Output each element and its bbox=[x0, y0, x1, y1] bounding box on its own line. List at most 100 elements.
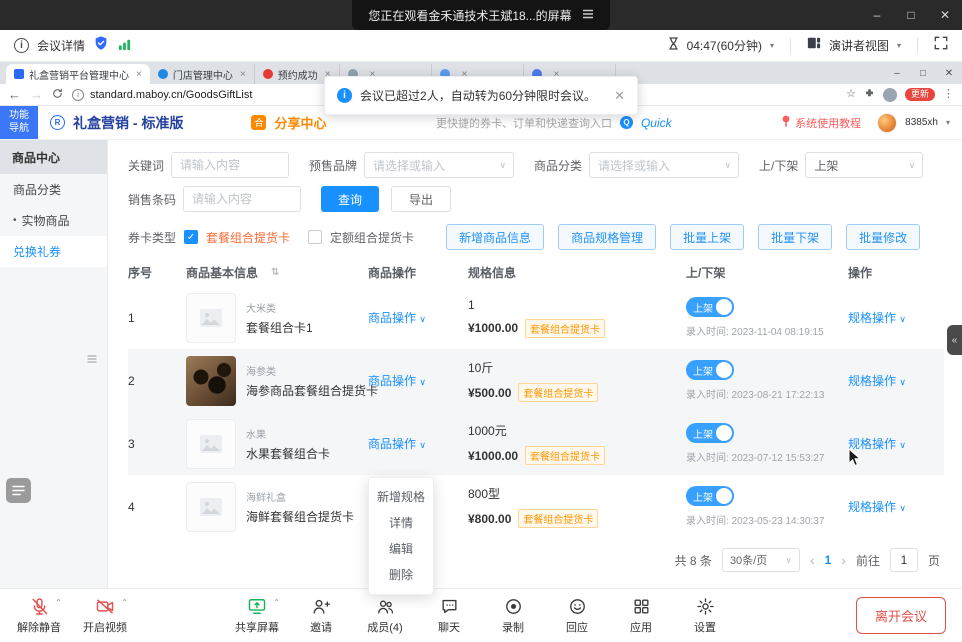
brand-select[interactable]: 请选择或输入 ∨ bbox=[364, 152, 514, 178]
tab-close-icon[interactable]: × bbox=[136, 69, 142, 80]
username[interactable]: 8385xh bbox=[905, 117, 938, 128]
barcode-input[interactable] bbox=[183, 186, 301, 212]
search-button[interactable]: 查询 bbox=[321, 186, 379, 212]
url-text[interactable]: standard.maboy.cn/GoodsGiftList bbox=[90, 89, 252, 101]
batch-edit-button[interactable]: 批量修改 bbox=[846, 224, 920, 250]
meeting-detail-label[interactable]: 会议详情 bbox=[37, 37, 85, 54]
user-caret-icon[interactable]: ▾ bbox=[946, 118, 950, 127]
browser-back-icon[interactable]: ← bbox=[8, 88, 21, 101]
spec-operation-dropdown[interactable]: 规格操作 ∨ bbox=[848, 500, 906, 514]
spec-operation-dropdown[interactable]: 规格操作 ∨ bbox=[848, 437, 906, 451]
network-signal-icon[interactable] bbox=[117, 36, 132, 56]
sidebar-item-physical-goods[interactable]: • 实物商品 bbox=[0, 205, 107, 236]
unmute-button[interactable]: 解除静音 ⌃ bbox=[16, 597, 62, 635]
browser-forward-icon[interactable]: → bbox=[30, 88, 43, 101]
share-banner-menu-icon[interactable] bbox=[582, 8, 594, 22]
page-size-select[interactable]: 30条/页 ∨ bbox=[722, 548, 800, 572]
browser-refresh-icon[interactable] bbox=[52, 88, 63, 101]
maximize-button[interactable]: □ bbox=[894, 0, 928, 30]
sidebar-item-goods-category[interactable]: 商品分类 bbox=[0, 174, 107, 205]
floating-panel-toggle[interactable] bbox=[6, 478, 31, 503]
browser-tab[interactable]: 门店管理中心 × bbox=[150, 64, 255, 84]
view-mode-label[interactable]: 演讲者视图 bbox=[829, 37, 889, 54]
minimize-button[interactable]: – bbox=[860, 0, 894, 30]
meeting-info-icon[interactable]: i bbox=[14, 38, 29, 53]
extensions-icon[interactable] bbox=[864, 88, 875, 102]
security-shield-icon[interactable] bbox=[93, 35, 109, 56]
batch-off-shelf-button[interactable]: 批量下架 bbox=[758, 224, 832, 250]
browser-update-badge[interactable]: 更新 bbox=[905, 88, 935, 101]
spec-manage-button[interactable]: 商品规格管理 bbox=[558, 224, 656, 250]
shelf-toggle[interactable]: 上架 bbox=[686, 297, 734, 317]
spec-operation-dropdown[interactable]: 规格操作 ∨ bbox=[848, 311, 906, 325]
view-mode-caret-icon[interactable]: ▾ bbox=[897, 41, 901, 50]
sidebar-section-title[interactable]: 商品中心 bbox=[0, 140, 107, 174]
browser-tab-active[interactable]: 礼盒营销平台管理中心 × bbox=[6, 64, 150, 84]
menu-item-add-spec[interactable]: 新增规格 bbox=[369, 484, 433, 510]
combo-card-label[interactable]: 套餐组合提货卡 bbox=[206, 229, 290, 246]
product-operation-dropdown[interactable]: 商品操作 ∨ bbox=[368, 374, 426, 388]
function-nav-tile[interactable]: 功能 导航 bbox=[0, 106, 38, 139]
browser-menu-icon[interactable]: ⋮ bbox=[943, 89, 954, 100]
current-page[interactable]: 1 bbox=[825, 553, 832, 567]
quick-search-icon[interactable]: Q bbox=[620, 116, 633, 129]
checkbox-fixed-card[interactable] bbox=[308, 230, 322, 244]
chat-button[interactable]: 聊天 bbox=[426, 597, 472, 635]
tutorial-label[interactable]: 系统使用教程 bbox=[795, 115, 861, 131]
shelf-select[interactable]: 上架 ∨ bbox=[805, 152, 923, 178]
prev-page-icon[interactable]: ‹ bbox=[810, 553, 815, 567]
sidebar-resize-handle[interactable] bbox=[86, 352, 98, 370]
leave-meeting-button[interactable]: 离开会议 bbox=[856, 597, 946, 634]
members-button[interactable]: 成员(4) bbox=[362, 597, 408, 635]
video-options-caret-icon[interactable]: ⌃ bbox=[121, 598, 128, 607]
share-options-caret-icon[interactable]: ⌃ bbox=[273, 598, 280, 607]
table-row[interactable]: 1 大米类 套餐组合卡1 商品操作 ∨ 1 bbox=[128, 286, 944, 349]
shelf-toggle[interactable]: 上架 bbox=[686, 360, 734, 380]
shelf-toggle[interactable]: 上架 bbox=[686, 486, 734, 506]
shelf-toggle[interactable]: 上架 bbox=[686, 423, 734, 443]
user-avatar[interactable] bbox=[877, 113, 897, 133]
reaction-button[interactable]: 回应 bbox=[554, 597, 600, 635]
right-panel-collapse-handle[interactable]: « bbox=[947, 325, 962, 355]
site-info-icon[interactable]: i bbox=[72, 89, 84, 101]
sidebar-item-gift-voucher[interactable]: 兑换礼券 bbox=[0, 236, 107, 267]
fixed-card-label[interactable]: 定额组合提货卡 bbox=[330, 229, 414, 246]
table-row[interactable]: 4 海鲜礼盒 海鲜套餐组合提货卡 商品操作 ∨ 800型 bbox=[128, 475, 944, 538]
spec-operation-dropdown[interactable]: 规格操作 ∨ bbox=[848, 374, 906, 388]
export-button[interactable]: 导出 bbox=[391, 186, 451, 212]
record-button[interactable]: 录制 bbox=[490, 597, 536, 635]
sort-icon[interactable]: ⇅ bbox=[271, 267, 279, 278]
browser-profile-avatar[interactable] bbox=[883, 88, 897, 102]
browser-close-button[interactable]: ✕ bbox=[936, 62, 962, 84]
bookmark-star-icon[interactable]: ☆ bbox=[846, 89, 856, 100]
product-operation-dropdown[interactable]: 商品操作 ∨ bbox=[368, 437, 426, 451]
add-product-button[interactable]: 新增商品信息 bbox=[446, 224, 544, 250]
mic-options-caret-icon[interactable]: ⌃ bbox=[55, 598, 62, 607]
menu-item-detail[interactable]: 详情 bbox=[369, 510, 433, 536]
screen-share-button[interactable]: 共享屏幕 ⌃ bbox=[234, 597, 280, 635]
share-center-icon[interactable]: 合 bbox=[251, 115, 266, 130]
next-page-icon[interactable]: › bbox=[841, 553, 846, 567]
apps-button[interactable]: 应用 bbox=[618, 597, 664, 635]
share-center-label[interactable]: 分享中心 bbox=[274, 113, 326, 132]
menu-item-edit[interactable]: 编辑 bbox=[369, 536, 433, 562]
table-row[interactable]: 2 海参类 海参商品套餐组合提货卡 商品操作 ∨ 10斤 bbox=[128, 349, 944, 412]
category-select[interactable]: 请选择或输入 ∨ bbox=[589, 152, 739, 178]
start-video-button[interactable]: 开启视频 ⌃ bbox=[82, 597, 128, 635]
table-row[interactable]: 3 水果 水果套餐组合卡 商品操作 ∨ 新增规格 bbox=[128, 412, 944, 475]
goto-page-input[interactable] bbox=[890, 548, 918, 572]
fullscreen-icon[interactable] bbox=[934, 36, 948, 55]
timer-caret-icon[interactable]: ▾ bbox=[770, 41, 774, 50]
close-button[interactable]: ✕ bbox=[928, 0, 962, 30]
menu-item-delete[interactable]: 删除 bbox=[369, 562, 433, 588]
settings-button[interactable]: 设置 bbox=[682, 597, 728, 635]
tab-close-icon[interactable]: × bbox=[240, 69, 246, 80]
browser-maximize-button[interactable]: □ bbox=[910, 62, 936, 84]
product-operation-dropdown[interactable]: 商品操作 ∨ bbox=[368, 311, 426, 325]
invite-button[interactable]: 邀请 bbox=[298, 597, 344, 635]
browser-minimize-button[interactable]: – bbox=[884, 62, 910, 84]
quick-label[interactable]: Quick bbox=[641, 116, 672, 130]
toast-close-icon[interactable]: ✕ bbox=[614, 88, 625, 104]
checkbox-combo-card[interactable]: ✓ bbox=[184, 230, 198, 244]
keyword-input[interactable] bbox=[171, 152, 289, 178]
